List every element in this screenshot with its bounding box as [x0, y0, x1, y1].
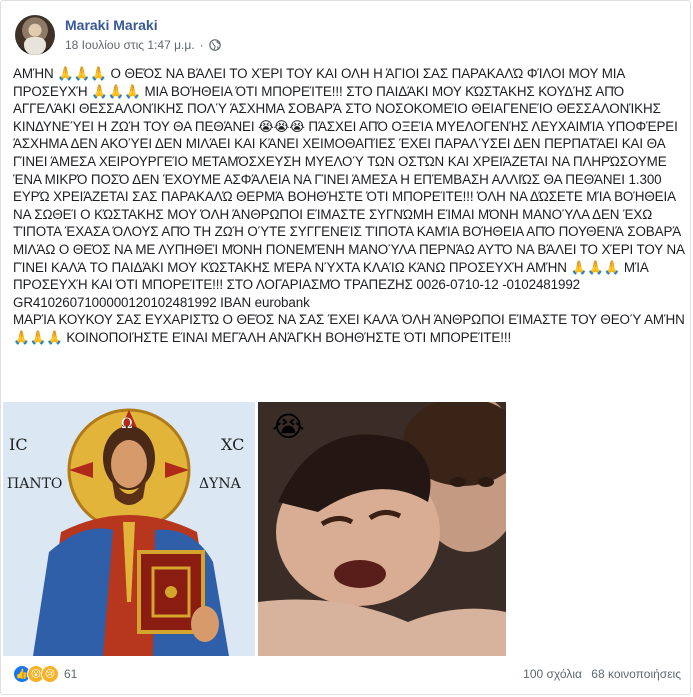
post-card: Maraki Maraki 18 Ιουλίου στις 1:47 μ.μ. … — [0, 0, 691, 695]
post-paragraph-2: ΜΑΡΊΑ ΚΟΥΚΟΥ ΣΑΣ ΕΥΧΑΡΙΣΤΏ Ο ΘΕΌΣ ΝΑ ΣΑΣ… — [13, 312, 685, 345]
crying-child-photo[interactable]: 😭 — [258, 402, 506, 656]
reactions-summary[interactable]: 👍 😮 😢 61 — [13, 665, 77, 683]
author-avatar[interactable] — [15, 15, 55, 55]
post-paragraph-1: ΑΜΉΝ 🙏🙏🙏 Ο ΘΕΌΣ ΝΑ ΒΆΛΕΙ ΤΟ ΧΈΡΙ ΤΟΥ ΚΑΙ… — [13, 66, 685, 310]
crying-face-icon: 😭 — [272, 410, 305, 443]
author-name[interactable]: Maraki Maraki — [65, 16, 221, 34]
post-header: Maraki Maraki 18 Ιουλίου στις 1:47 μ.μ. … — [15, 15, 221, 55]
post-stats: 100 σχόλια 68 κοινοποιήσεις — [523, 667, 681, 681]
separator-dot: · — [199, 38, 204, 52]
post-photos: ΙC XC ΠΑΝΤΟ ΔΥΝΑ Ω 😭 — [3, 402, 690, 656]
icon-label-xc: XC — [221, 435, 244, 454]
post-date[interactable]: 18 Ιουλίου στις 1:47 μ.μ. — [65, 37, 195, 53]
post-meta: Maraki Maraki 18 Ιουλίου στις 1:47 μ.μ. … — [65, 15, 221, 55]
icon-label-panto: ΠΑΝΤΟ — [7, 476, 62, 492]
icon-label-ic: ΙC — [9, 435, 28, 454]
post-text: ΑΜΉΝ 🙏🙏🙏 Ο ΘΕΌΣ ΝΑ ΒΆΛΕΙ ΤΟ ΧΈΡΙ ΤΟΥ ΚΑΙ… — [13, 65, 685, 347]
christ-icon-photo[interactable]: ΙC XC ΠΑΝΤΟ ΔΥΝΑ Ω — [3, 402, 255, 656]
icon-label-dyna: ΔΥΝΑ — [199, 476, 242, 492]
post-footer: 👍 😮 😢 61 100 σχόλια 68 κοινοποιήσεις — [13, 664, 681, 684]
comments-count[interactable]: 100 σχόλια — [523, 667, 582, 681]
photo-blank-area — [506, 402, 690, 656]
shares-count[interactable]: 68 κοινοποιήσεις — [591, 667, 681, 681]
reaction-count[interactable]: 61 — [64, 667, 77, 681]
post-subline: 18 Ιουλίου στις 1:47 μ.μ. · — [65, 37, 221, 53]
icon-label-halo: Ω — [121, 416, 133, 432]
sad-icon[interactable]: 😢 — [41, 665, 59, 683]
globe-icon[interactable] — [208, 39, 221, 51]
